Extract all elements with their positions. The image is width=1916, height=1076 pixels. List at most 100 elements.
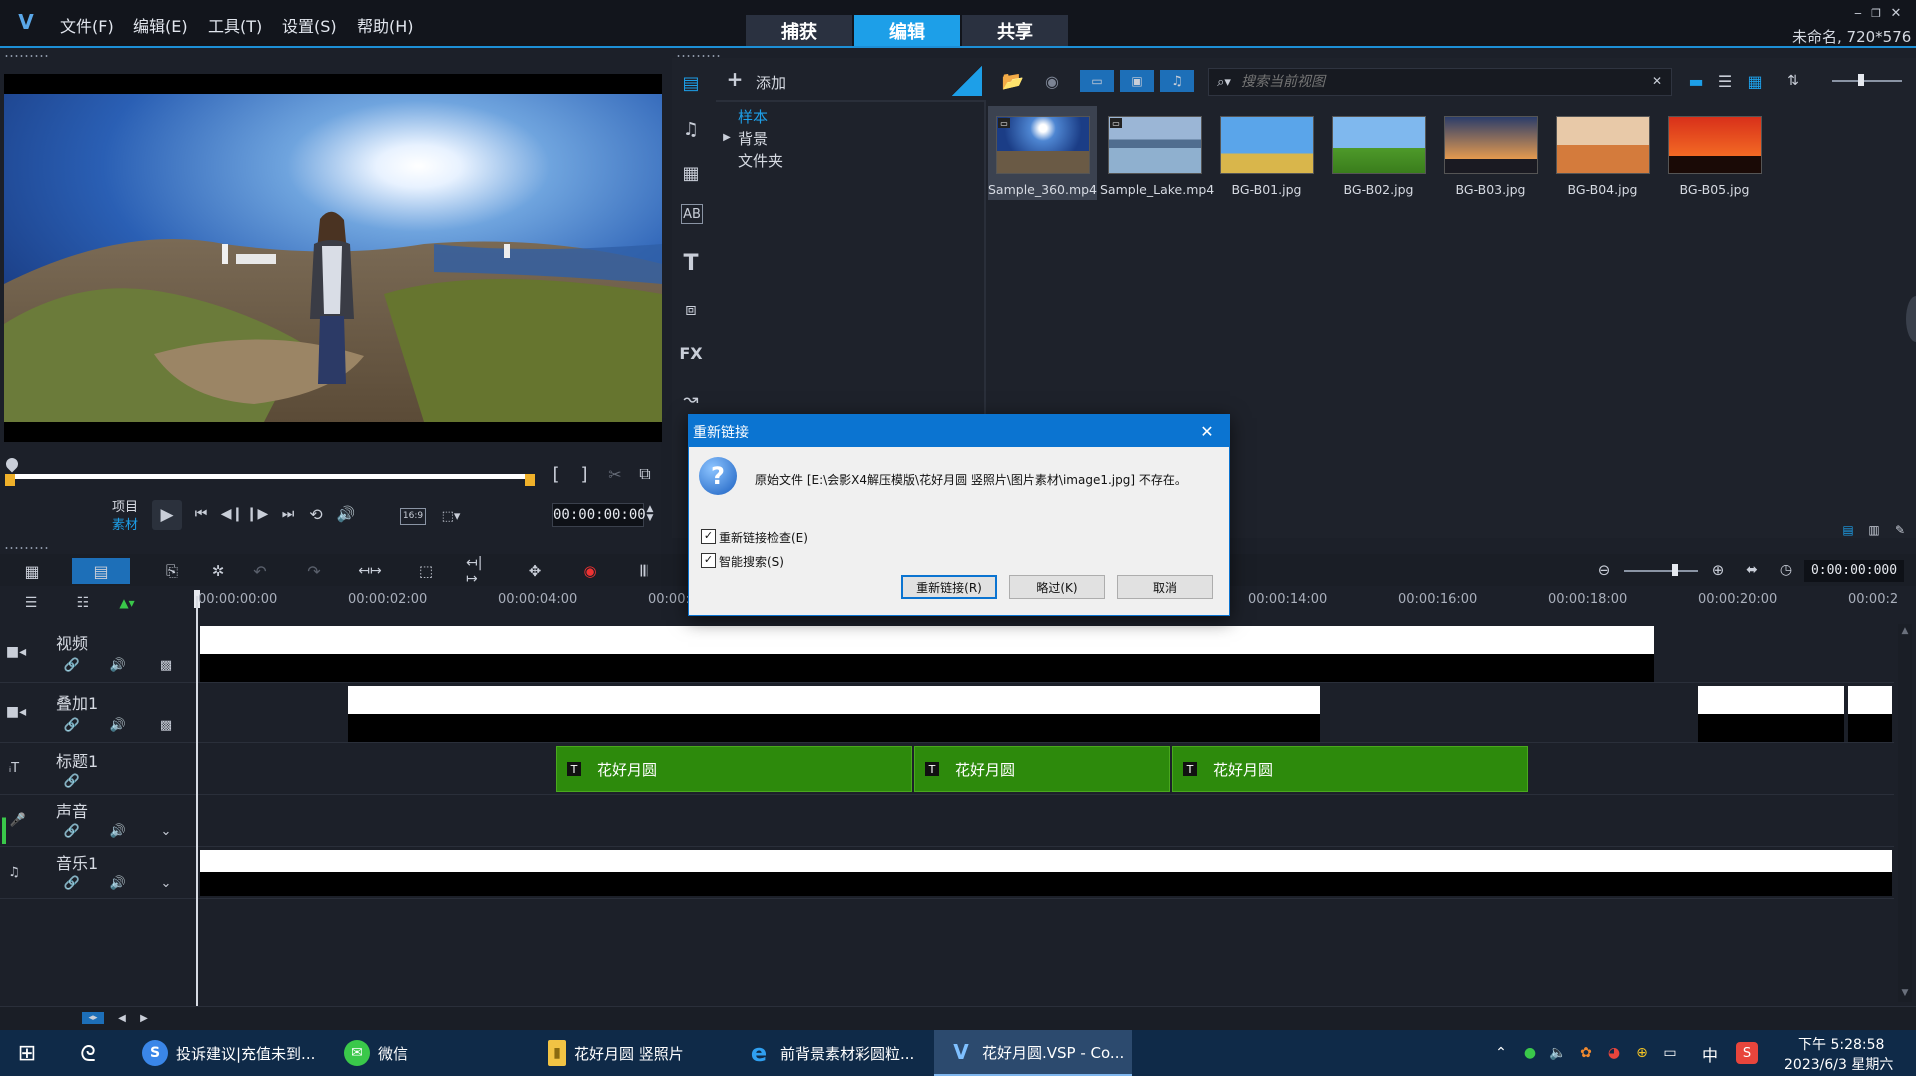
text-ab-icon[interactable]: AB <box>681 204 703 224</box>
link-icon[interactable]: 🔗 <box>62 716 82 734</box>
tree-item-sample[interactable]: 样本 <box>738 106 768 127</box>
link-icon[interactable]: 🔗 <box>62 874 82 892</box>
timeline-vertical-scrollbar[interactable]: ▲ ▼ <box>1898 624 1912 1002</box>
tray-wechat-icon[interactable]: ● <box>1520 1044 1540 1062</box>
chevron-down-icon[interactable]: ⌄ <box>156 822 176 840</box>
tray-sogou-icon[interactable]: S <box>1736 1042 1758 1064</box>
track-grid-icon[interactable]: ▩ <box>156 716 176 734</box>
tray-volume-icon[interactable]: 🔈 <box>1548 1044 1568 1062</box>
play-icon[interactable]: ▶ <box>152 500 182 530</box>
enlarge-icon[interactable]: ⧉ <box>635 464 655 484</box>
aspect-ratio-button[interactable]: 16:9 <box>400 508 426 525</box>
split-icon[interactable]: ✂ <box>605 464 625 484</box>
zoom-in-icon[interactable]: ⊕ <box>1708 560 1728 580</box>
tab-edit[interactable]: 编辑 <box>854 15 960 46</box>
link-icon[interactable]: 🔗 <box>62 822 82 840</box>
title-icon[interactable]: T <box>678 250 704 276</box>
zoom-slider-thumb[interactable] <box>1672 564 1678 576</box>
track-grid-icon[interactable]: ▩ <box>156 656 176 674</box>
minimize-icon[interactable]: ‒ <box>1850 6 1866 20</box>
library-thumbnail[interactable]: BG-B02.jpg <box>1324 106 1433 200</box>
overlay-clip[interactable] <box>1848 686 1892 714</box>
redo-icon[interactable]: ↷ <box>302 560 326 582</box>
path-icon[interactable]: ↝ <box>678 386 704 412</box>
title-clip[interactable]: T 花好月圆 <box>914 746 1170 792</box>
filter-video-icon[interactable]: ▭ <box>1080 70 1114 92</box>
tree-item-background[interactable]: 背景 <box>738 128 768 149</box>
library-thumbnail[interactable]: ▭ Sample_360.mp4 <box>988 106 1097 200</box>
relink-button[interactable]: 重新链接(R) <box>901 575 997 599</box>
media-icon[interactable]: ▤ <box>678 70 704 96</box>
tab-capture[interactable]: 捕获 <box>746 15 852 46</box>
edit-clip-icon[interactable]: ⎘ <box>160 560 184 582</box>
tree-item-folder[interactable]: 文件夹 <box>738 150 783 171</box>
view-grid-icon[interactable]: ▦ <box>1744 70 1766 92</box>
dialog-close-icon[interactable]: ✕ <box>1195 419 1219 443</box>
voice-track-lane[interactable] <box>198 796 1894 847</box>
cortana-icon[interactable]: ᘓ <box>74 1040 102 1068</box>
timeline-zoom-icon[interactable]: ◂▸ <box>82 1012 104 1024</box>
timeline-timecode[interactable]: 0:00:00:000 <box>1804 560 1904 582</box>
taskbar-item[interactable]: ▮ 花好月圆 竖照片 <box>548 1030 684 1076</box>
mark-out-icon[interactable]: ] <box>575 464 593 485</box>
menu-file[interactable]: 文件(F) <box>60 13 114 37</box>
clock-icon[interactable]: ◷ <box>1776 560 1796 580</box>
thumbnail-size-slider[interactable] <box>1832 80 1902 82</box>
relink-check-label[interactable]: 重新链接检查(E) <box>719 529 808 546</box>
track-volume-icon[interactable]: 🔊 <box>108 716 128 734</box>
fit-timeline-icon[interactable]: ↤↦ <box>356 560 384 582</box>
library-options-icon[interactable]: ▤ <box>1838 522 1858 538</box>
tray-chrome-icon[interactable]: ◕ <box>1604 1044 1624 1062</box>
search-input[interactable] <box>1239 71 1633 93</box>
audio-mixer-icon[interactable]: 𝄃𝄃 <box>632 560 656 582</box>
windows-start-icon[interactable]: ⊞ <box>14 1040 40 1066</box>
restore-icon[interactable]: ❐ <box>1868 6 1884 20</box>
menu-edit[interactable]: 编辑(E) <box>133 13 188 37</box>
link-icon[interactable]: 🔗 <box>62 656 82 674</box>
motion-icon[interactable]: ✥ <box>522 560 548 582</box>
undo-icon[interactable]: ↶ <box>248 560 272 582</box>
add-folder-button[interactable]: 添加 <box>756 72 786 93</box>
clock-time[interactable]: 下午 5:28:58 <box>1798 1034 1884 1054</box>
fit-project-icon[interactable]: ⬌ <box>1742 560 1762 580</box>
close-icon[interactable]: ✕ <box>1888 6 1904 21</box>
library-edit-icon[interactable]: ✎ <box>1890 522 1910 538</box>
library-thumbnail[interactable]: BG-B04.jpg <box>1548 106 1657 200</box>
scroll-right-icon[interactable]: ▶ <box>138 1010 150 1026</box>
library-thumbnail[interactable]: BG-B03.jpg <box>1436 106 1545 200</box>
title-clip[interactable]: T 花好月圆 <box>1172 746 1528 792</box>
menu-settings[interactable]: 设置(S) <box>282 13 337 37</box>
taskbar-item[interactable]: ✉ 微信 <box>344 1030 408 1076</box>
tray-360-icon[interactable]: ⊕ <box>1632 1044 1652 1062</box>
filter-photo-icon[interactable]: ▣ <box>1120 70 1154 92</box>
capture-icon[interactable]: ◉ <box>1040 70 1064 92</box>
instant-project-icon[interactable]: ▦ <box>678 160 704 186</box>
scrub-bar[interactable] <box>10 474 534 479</box>
next-frame-icon[interactable]: ❙▶ <box>246 504 269 524</box>
scroll-left-icon[interactable]: ◀ <box>116 1010 128 1026</box>
end-icon[interactable]: ⏭ <box>278 504 298 524</box>
mode-project-label[interactable]: 项目 <box>112 496 138 515</box>
track-volume-icon[interactable]: 🔊 <box>108 656 128 674</box>
storyboard-view-icon[interactable]: ▦ <box>18 560 46 582</box>
relink-check-checkbox[interactable]: ✓ <box>701 529 716 544</box>
fx-icon[interactable]: FX <box>678 340 704 366</box>
track-volume-icon[interactable]: 🔊 <box>108 874 128 892</box>
library-thumbnail[interactable]: ▭ Sample_Lake.mp4 <box>1100 106 1214 200</box>
smart-search-label[interactable]: 智能搜索(S) <box>719 553 784 570</box>
filter-audio-icon[interactable]: ♫ <box>1160 70 1194 92</box>
tab-share[interactable]: 共享 <box>962 15 1068 46</box>
chapter-icon[interactable]: ☷ <box>72 594 94 612</box>
cancel-button[interactable]: 取消 <box>1117 575 1213 599</box>
link-icon[interactable]: 🔗 <box>62 772 82 790</box>
music-clip[interactable] <box>200 850 1892 872</box>
expand-arrow-icon[interactable]: ▶ <box>722 130 732 144</box>
tray-language-indicator[interactable]: 中 <box>1702 1042 1718 1066</box>
trim-end-marker[interactable] <box>525 474 535 486</box>
menu-help[interactable]: 帮助(H) <box>357 13 414 37</box>
panel-grip[interactable] <box>4 546 48 550</box>
slider-thumb[interactable] <box>1858 74 1864 86</box>
pin-icon[interactable] <box>952 66 982 96</box>
record-icon[interactable]: ◉ <box>578 560 602 582</box>
taskbar-item-active[interactable]: V 花好月圆.VSP - Co... <box>934 1030 1132 1076</box>
